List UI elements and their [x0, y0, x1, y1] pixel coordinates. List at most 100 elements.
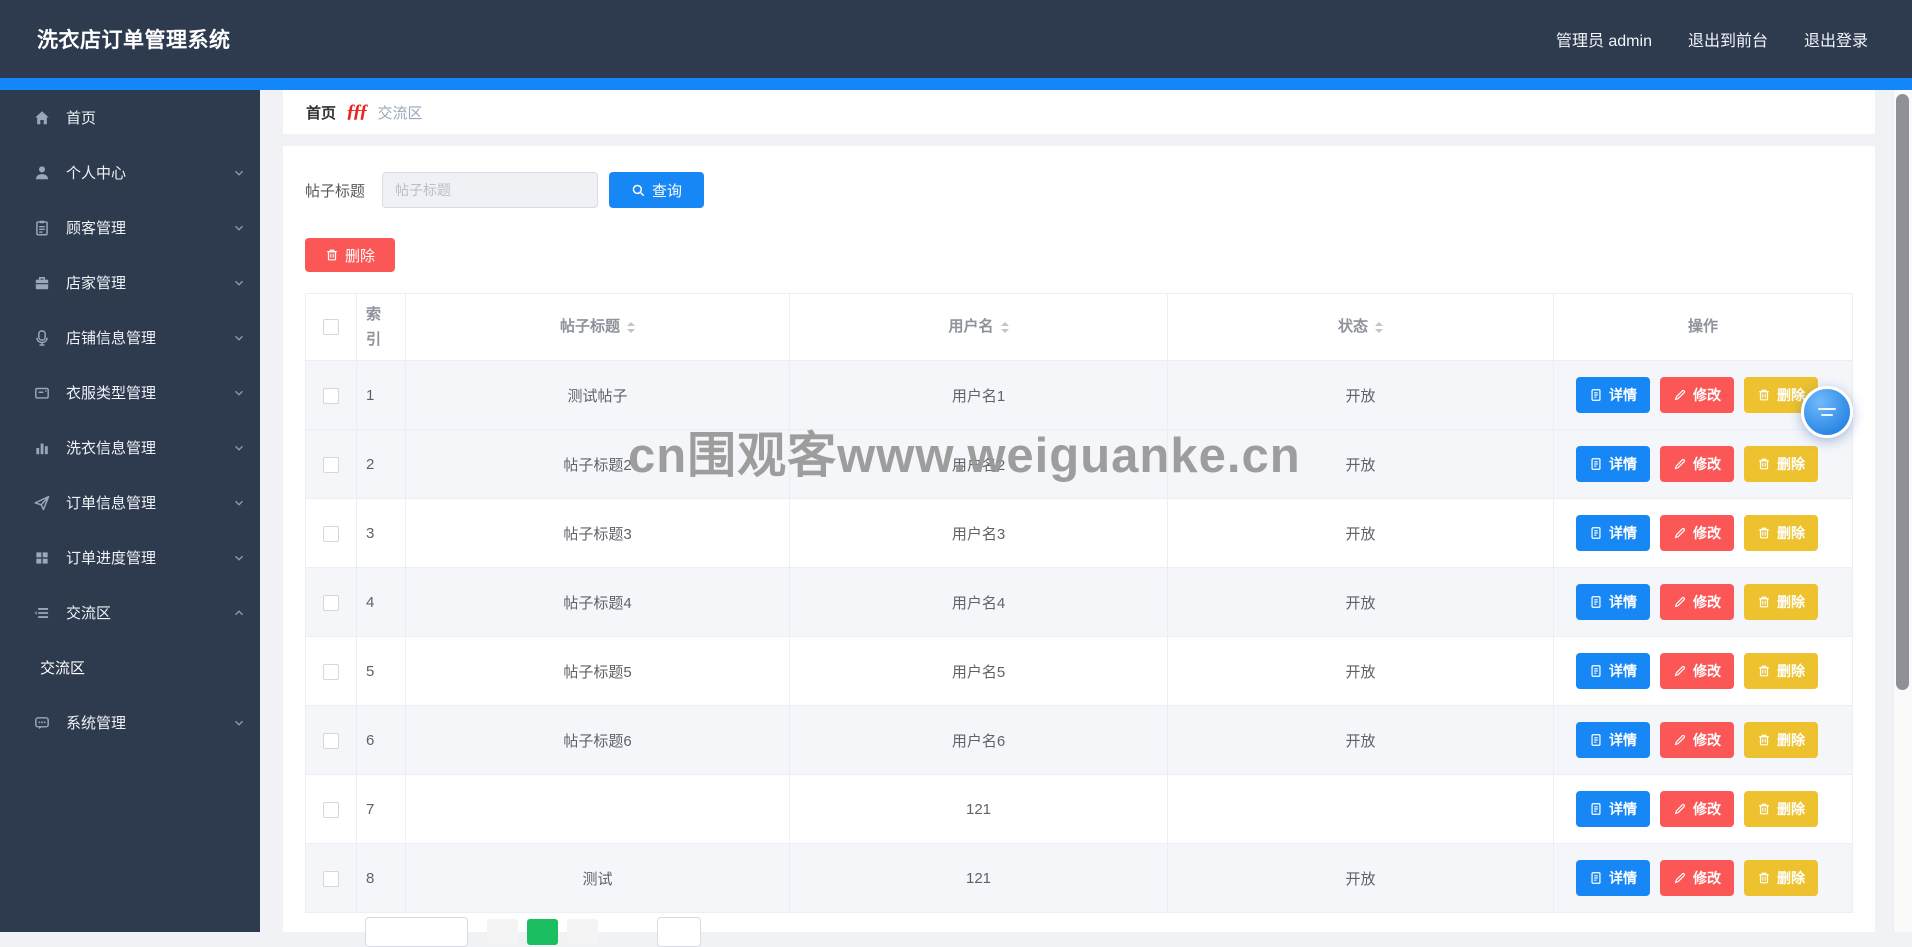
cell-title: 测试帖子: [405, 360, 790, 430]
detail-button[interactable]: 详情: [1576, 515, 1650, 551]
row-checkbox[interactable]: [323, 870, 339, 887]
row-checkbox[interactable]: [323, 456, 339, 473]
scrollbar-track[interactable]: [1893, 90, 1912, 932]
column-header-username[interactable]: 用户名: [789, 293, 1168, 361]
detail-button[interactable]: 详情: [1576, 791, 1650, 827]
edit-button[interactable]: 修改: [1660, 791, 1734, 827]
row-checkbox[interactable]: [323, 663, 339, 680]
sort-carets-icon[interactable]: [1000, 321, 1009, 333]
detail-button[interactable]: 详情: [1576, 584, 1650, 620]
delete-button[interactable]: 删除: [1744, 584, 1818, 620]
cell-username: 用户名1: [789, 360, 1168, 430]
trash-icon: [1757, 733, 1771, 747]
search-form: 帖子标题 查询: [305, 172, 1852, 208]
sidebar-item-forum-sub[interactable]: 交流区: [0, 640, 260, 695]
edit-button[interactable]: 修改: [1660, 584, 1734, 620]
sidebar-item-clothes-type-mgmt[interactable]: 衣服类型管理: [0, 365, 260, 420]
delete-button[interactable]: 删除: [1744, 446, 1818, 482]
edit-button[interactable]: 修改: [1660, 377, 1734, 413]
sidebar-item-system-mgmt[interactable]: 系统管理: [0, 695, 260, 750]
detail-button[interactable]: 详情: [1576, 446, 1650, 482]
sidebar-item-label: 首页: [66, 110, 97, 127]
sidebar-item-personal-center[interactable]: 个人中心: [0, 145, 260, 200]
select-all-checkbox[interactable]: [323, 319, 339, 336]
bulk-delete-button[interactable]: 删除: [305, 238, 395, 272]
sidebar-item-shop-owner-mgmt[interactable]: 店家管理: [0, 255, 260, 310]
trash-icon: [1757, 871, 1771, 885]
delete-button[interactable]: 删除: [1744, 515, 1818, 551]
row-checkbox[interactable]: [323, 525, 339, 542]
trash-icon: [1757, 664, 1771, 678]
prev-page-button[interactable]: [487, 919, 518, 945]
sidebar-item-shop-info-mgmt[interactable]: 店铺信息管理: [0, 310, 260, 365]
cell-status: 开放: [1167, 567, 1554, 637]
next-page-button[interactable]: [567, 919, 598, 945]
sidebar-item-home[interactable]: 首页: [0, 90, 260, 145]
edit-button[interactable]: 修改: [1660, 515, 1734, 551]
content-card: 帖子标题 查询 删除 索引 帖子标题 用户名 状态 操作 1测试帖子用户名1开: [283, 146, 1875, 932]
page-jump-input[interactable]: [657, 917, 701, 947]
pencil-icon: [1673, 664, 1687, 678]
delete-button[interactable]: 删除: [1744, 860, 1818, 896]
column-header-title[interactable]: 帖子标题: [405, 293, 790, 361]
cell-actions: 详情 修改 删除: [1553, 705, 1853, 775]
search-field-label: 帖子标题: [305, 182, 366, 200]
trash-icon: [1757, 388, 1771, 402]
cell-index: 3: [356, 498, 406, 568]
cell-status: 开放: [1167, 636, 1554, 706]
breadcrumb: 首页 ƒƒƒ 交流区: [283, 90, 1875, 134]
cell-index: 8: [356, 843, 406, 913]
detail-button[interactable]: 详情: [1576, 860, 1650, 896]
breadcrumb-home[interactable]: 首页: [306, 102, 336, 123]
exit-to-front-link[interactable]: 退出到前台: [1688, 27, 1768, 51]
detail-button[interactable]: 详情: [1576, 653, 1650, 689]
edit-button[interactable]: 修改: [1660, 860, 1734, 896]
user-icon: [33, 164, 51, 182]
chevron-down-icon: [233, 332, 245, 344]
sidebar-item-laundry-info-mgmt[interactable]: 洗衣信息管理: [0, 420, 260, 475]
clipboard-icon: [33, 219, 51, 237]
row-checkbox[interactable]: [323, 732, 339, 749]
chevron-down-icon: [233, 717, 245, 729]
cell-actions: 详情 修改 删除: [1553, 429, 1853, 499]
post-title-input[interactable]: [382, 172, 599, 208]
sidebar-item-customer-mgmt[interactable]: 顾客管理: [0, 200, 260, 255]
sidebar-item-order-progress-mgmt[interactable]: 订单进度管理: [0, 530, 260, 585]
delete-button[interactable]: 删除: [1744, 791, 1818, 827]
sidebar-item-label: 个人中心: [66, 165, 127, 182]
column-header-status[interactable]: 状态: [1167, 293, 1554, 361]
edit-button[interactable]: 修改: [1660, 653, 1734, 689]
query-button[interactable]: 查询: [609, 172, 705, 208]
breadcrumb-current: 交流区: [377, 104, 423, 122]
sidebar-item-label: 订单信息管理: [66, 495, 157, 512]
row-checkbox[interactable]: [323, 801, 339, 818]
sidebar-item-order-info-mgmt[interactable]: 订单信息管理: [0, 475, 260, 530]
logout-link[interactable]: 退出登录: [1804, 27, 1868, 51]
cell-title: 帖子标题4: [405, 567, 790, 637]
cell-index: 5: [356, 636, 406, 706]
pencil-icon: [1673, 871, 1687, 885]
edit-button[interactable]: 修改: [1660, 722, 1734, 758]
cell-title: 帖子标题6: [405, 705, 790, 775]
current-page-button[interactable]: [527, 919, 558, 945]
cell-status: 开放: [1167, 843, 1554, 913]
floating-service-widget[interactable]: [1801, 386, 1853, 438]
sidebar-item-forum[interactable]: 交流区: [0, 585, 260, 640]
sort-carets-icon[interactable]: [627, 321, 635, 333]
page-size-select[interactable]: [365, 917, 468, 947]
sidebar-item-label: 顾客管理: [66, 220, 127, 237]
delete-button[interactable]: 删除: [1744, 722, 1818, 758]
cell-actions: 详情 修改 删除: [1553, 636, 1853, 706]
detail-button[interactable]: 详情: [1576, 722, 1650, 758]
detail-button[interactable]: 详情: [1576, 377, 1650, 413]
edit-button[interactable]: 修改: [1660, 446, 1734, 482]
cell-username: 用户名5: [789, 636, 1168, 706]
row-checkbox[interactable]: [323, 594, 339, 611]
sort-carets-icon[interactable]: [1375, 321, 1383, 333]
admin-user-link[interactable]: 管理员 admin: [1556, 27, 1652, 51]
scrollbar-thumb[interactable]: [1896, 94, 1909, 690]
chevron-down-icon: [233, 222, 245, 234]
delete-button[interactable]: 删除: [1744, 653, 1818, 689]
row-checkbox[interactable]: [323, 387, 339, 404]
posts-table: 索引 帖子标题 用户名 状态 操作 1 测试帖子 用户名1 开放 详情 修改 删除 2 帖子标题…: [305, 293, 1853, 913]
